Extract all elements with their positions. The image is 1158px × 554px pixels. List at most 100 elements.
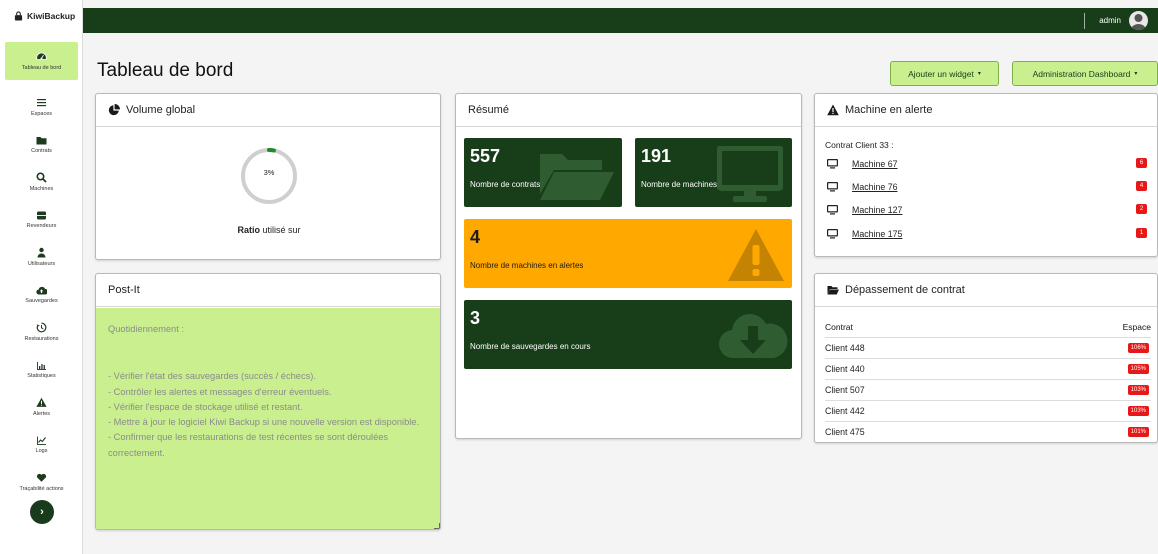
widget-title: Machine en alerte [845, 104, 933, 116]
line-chart-icon [37, 436, 46, 445]
sidebar-toggle-button[interactable]: › [30, 500, 54, 524]
app-window: KiwiBackup Tableau de bord Espaces Contrat… [0, 0, 1158, 554]
table-row[interactable]: Client 475 101% [825, 421, 1151, 441]
add-widget-button[interactable]: Ajouter un widget ▾ [890, 61, 999, 86]
machine-link[interactable]: Machine 175 [852, 229, 902, 239]
sidebar-item-label: Tableau de bord [21, 65, 62, 71]
widget-header[interactable]: Résumé [456, 94, 801, 127]
brand-name: KiwiBackup [27, 11, 76, 21]
machine-link[interactable]: Machine 127 [852, 205, 902, 215]
overrun-badge: 101% [1127, 426, 1149, 437]
widget-title: Volume global [126, 104, 196, 116]
avatar[interactable] [1129, 11, 1148, 30]
admin-dashboard-button[interactable]: Administration Dashboard ▾ [1012, 61, 1158, 86]
contracts-label: Nombre de contrats [470, 180, 541, 189]
sidebar-item-contrats[interactable]: Contrats [0, 126, 83, 164]
alert-client-label: Contrat Client 33 : [825, 140, 894, 150]
widget-header[interactable]: Machine en alerte [815, 94, 1157, 127]
table-row[interactable]: Client 440 105% [825, 358, 1151, 378]
sidebar-item-label: Sauvegardes [25, 298, 58, 305]
client-name: Client 440 [825, 363, 865, 374]
sidebar-item-sauvegardes[interactable]: Sauvegardes [0, 276, 83, 314]
folder-open-icon [827, 286, 839, 295]
widget-title: Dépassement de contrat [845, 284, 965, 296]
widget-header[interactable]: Post-It [96, 274, 440, 307]
monitor-icon [827, 205, 838, 215]
warning-icon [36, 398, 47, 408]
alert-machine-row: Machine 127 2 [827, 202, 1153, 218]
sidebar-item-logs[interactable]: Logs [0, 426, 83, 464]
machine-link[interactable]: Machine 76 [852, 182, 897, 192]
monitor-icon [717, 146, 783, 202]
sidebar-item-label: Alertes [32, 410, 51, 417]
machine-link[interactable]: Machine 67 [852, 159, 897, 169]
sidebar-item-tableau-de-bord[interactable]: Tableau de bord [5, 42, 78, 80]
post-it-line: - Contrôler les alertes et messages d'er… [108, 386, 332, 397]
alerts-tile[interactable]: 4 Nombre de machines en alertes [464, 219, 792, 288]
overrun-badge: 105% [1127, 363, 1149, 374]
sidebar-item-alertes[interactable]: Alertes [0, 388, 83, 426]
contract-overrun-widget: Dépassement de contrat Contrat Espace Cl… [814, 273, 1158, 443]
machines-tile[interactable]: 191 Nombre de machines [635, 138, 792, 207]
sidebar-item-label: Machines [29, 185, 54, 192]
column-header-contract: Contrat [825, 322, 853, 332]
table-row[interactable]: Client 442 103% [825, 400, 1151, 420]
machine-alert-widget: Machine en alerte Contrat Client 33 : Ma… [814, 93, 1158, 257]
monitor-icon [827, 182, 838, 192]
widget-title: Post-It [108, 284, 140, 296]
database-icon [37, 211, 46, 220]
sidebar-item-utilisateurs[interactable]: Utilisateurs [0, 238, 83, 276]
sidebar-item-espaces[interactable]: Espaces [0, 88, 83, 126]
widget-title: Résumé [468, 104, 509, 116]
sidebar-item-machines[interactable]: Machines [0, 163, 83, 201]
summary-widget: Résumé 557 Nombre de contrats 191 Nombre… [455, 93, 802, 439]
monitor-icon [827, 229, 838, 239]
machines-label: Nombre de machines [641, 180, 718, 189]
alert-count-badge: 6 [1136, 158, 1147, 168]
chevron-down-icon: ▾ [977, 71, 981, 77]
post-it-textarea[interactable]: Quotidiennement : - Vérifier l'état des … [96, 308, 440, 529]
sidebar-item-label: Traçabilité actions [19, 485, 64, 492]
topbar-divider [1084, 12, 1086, 29]
history-icon [36, 322, 47, 333]
sidebar-item-tracabilite-actions[interactable]: Traçabilité actions [0, 463, 83, 501]
pie-chart-icon [108, 104, 120, 116]
warning-icon [728, 229, 784, 281]
backups-tile[interactable]: 3 Nombre de sauvegardes en cours [464, 300, 792, 369]
post-it-line: - Vérifier l'espace de stockage utilisé … [108, 401, 303, 412]
resize-handle[interactable] [434, 523, 440, 529]
sidebar-item-label: Revendeurs [26, 223, 57, 230]
sidebar-item-label: Restaurations [24, 335, 59, 342]
volume-global-widget: Volume global 3% Ratio utilisé sur [95, 93, 441, 260]
sidebar-item-restaurations[interactable]: Restaurations [0, 313, 83, 351]
cloud-upload-icon [36, 286, 47, 295]
widget-header[interactable]: Dépassement de contrat [815, 274, 1157, 307]
overrun-badge: 106% [1127, 342, 1149, 353]
contracts-tile[interactable]: 557 Nombre de contrats [464, 138, 622, 207]
sidebar-menu: Tableau de bord Espaces Contrats Machines Re… [0, 42, 83, 501]
page-title: Tableau de bord [97, 60, 234, 81]
widget-header[interactable]: Volume global [96, 94, 440, 127]
overrun-badge: 103% [1127, 405, 1149, 416]
backups-count: 3 [470, 308, 481, 328]
sidebar-item-label: Utilisateurs [27, 260, 56, 267]
table-row[interactable]: Client 507 103% [825, 379, 1151, 399]
brand-logo[interactable]: KiwiBackup [0, 0, 82, 32]
sidebar-item-revendeurs[interactable]: Revendeurs [0, 201, 83, 239]
bar-chart-icon [37, 361, 46, 370]
ratio-text: Ratio utilisé sur [96, 225, 440, 235]
post-it-line: - Mettre à jour le logiciel Kiwi Backup … [108, 417, 420, 428]
backups-label: Nombre de sauvegardes en cours [470, 342, 591, 351]
folder-icon [36, 136, 47, 145]
cloud-download-icon [718, 314, 788, 359]
user-name[interactable]: admin [1099, 16, 1121, 25]
table-header: Contrat Espace [825, 322, 1151, 336]
table-row[interactable]: Client 448 106% [825, 337, 1151, 357]
alert-machine-row: Machine 175 1 [827, 226, 1153, 242]
overrun-badge: 103% [1127, 384, 1149, 395]
client-name: Client 448 [825, 342, 865, 353]
sidebar-item-statistiques[interactable]: Statistiques [0, 351, 83, 389]
heart-icon [36, 474, 47, 483]
dashboard-icon [36, 52, 47, 60]
folder-open-icon [540, 154, 614, 200]
